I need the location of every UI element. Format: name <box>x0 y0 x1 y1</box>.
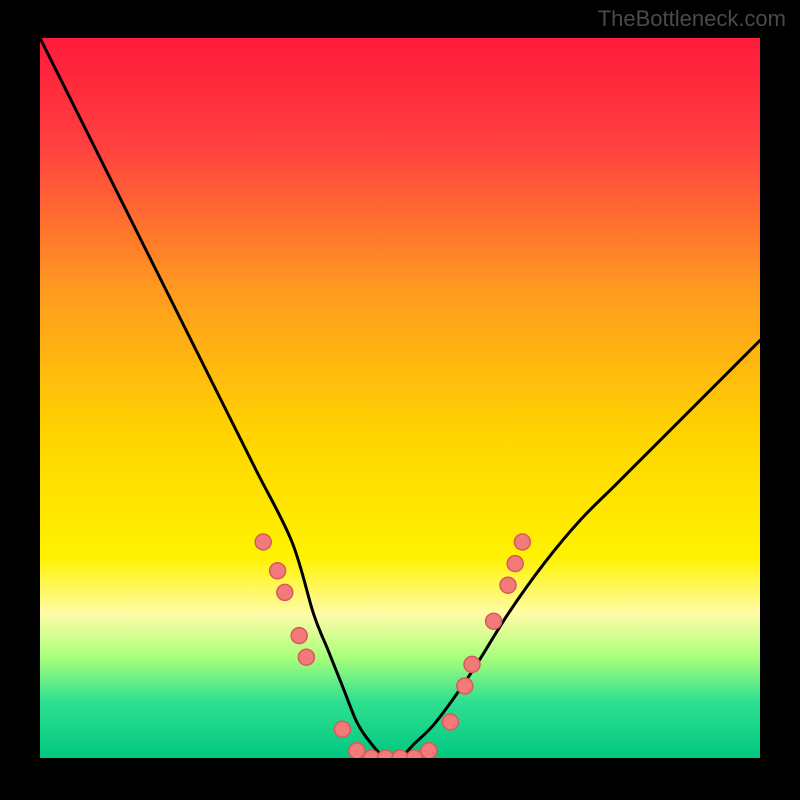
data-point <box>334 721 350 737</box>
chart-background <box>40 38 760 758</box>
data-point <box>291 628 307 644</box>
data-point <box>270 563 286 579</box>
bottleneck-chart <box>40 38 760 758</box>
data-point <box>277 584 293 600</box>
data-point <box>500 577 516 593</box>
data-point <box>421 743 437 758</box>
data-point <box>442 714 458 730</box>
data-point <box>486 613 502 629</box>
chart-container <box>40 38 760 758</box>
data-point <box>457 678 473 694</box>
data-point <box>507 556 523 572</box>
data-point <box>514 534 530 550</box>
watermark-text: TheBottleneck.com <box>598 6 786 32</box>
data-point <box>349 743 365 758</box>
data-point <box>255 534 271 550</box>
data-point <box>464 656 480 672</box>
data-point <box>298 649 314 665</box>
